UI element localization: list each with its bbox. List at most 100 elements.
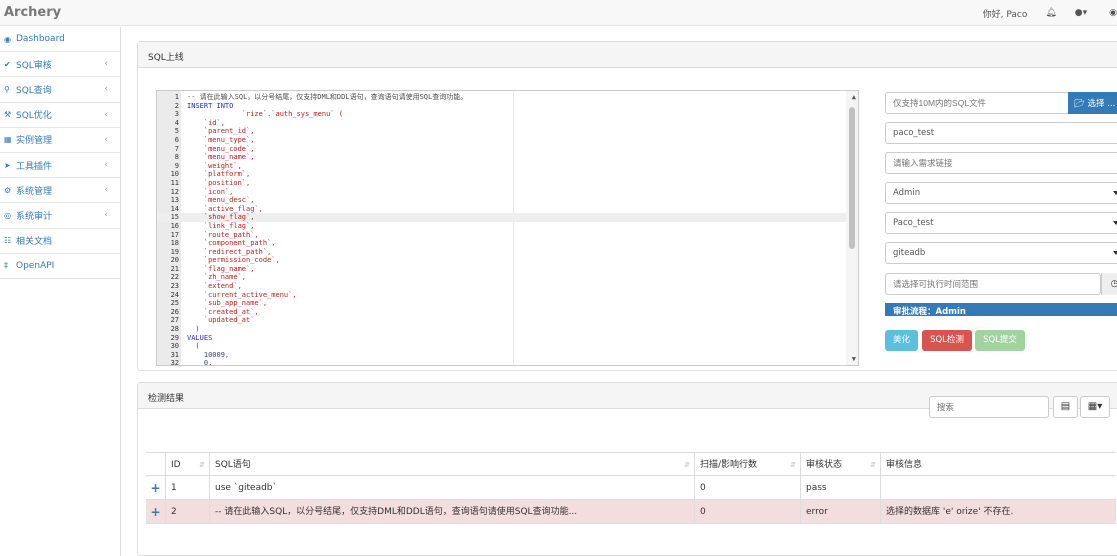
table-row[interactable]: +1 use `giteadb` 0 pass xyxy=(146,476,1116,500)
editor-line[interactable]: 17 `route_path`, xyxy=(157,231,847,240)
line-code: -- 请在此输入SQL，以分号结尾，仅支持DML和DDL语句，查询语句请使用SQ… xyxy=(187,93,468,101)
editor-line[interactable]: 24 `current_active_menu`, xyxy=(157,291,847,300)
sidebar-item[interactable]: ☷ 相关文档 xyxy=(0,229,120,254)
sidebar-item[interactable]: ⚒ SQL优化 ‹ xyxy=(0,103,120,128)
editor-line[interactable]: 27 `updated_at` xyxy=(157,316,847,325)
demand-link-field[interactable] xyxy=(885,152,1117,174)
line-code: `permission_code`, xyxy=(187,256,280,265)
workflow-name-field[interactable]: paco_test xyxy=(885,122,1117,144)
line-code: 10009, xyxy=(187,350,230,359)
user-icon[interactable]: ●▾ xyxy=(1075,8,1087,18)
editor-line[interactable]: 8 `menu_name`, xyxy=(157,153,847,162)
group-select[interactable]: Admin xyxy=(885,182,1117,204)
line-code: `redirect_path`, xyxy=(187,247,272,256)
table-row[interactable]: +2 -- 请在此输入SQL，以分号结尾，仅支持DML和DDL语句，查询语句请使用… xyxy=(146,500,1116,524)
editor-line[interactable]: 32 0, xyxy=(157,359,847,366)
editor-line[interactable]: 5 `parent_id`, xyxy=(157,127,847,136)
github-icon[interactable]: ◉ xyxy=(1109,8,1117,18)
editor-line[interactable]: 9 `weight`, xyxy=(157,162,847,171)
editor-line[interactable]: 16 `link_flag`, xyxy=(157,222,847,231)
sql-file-input[interactable] xyxy=(885,92,1069,114)
user-greeting[interactable]: 你好, Paco xyxy=(983,7,1028,20)
line-code: INSERT INTO xyxy=(187,101,234,110)
scroll-thumb[interactable] xyxy=(849,107,855,249)
sidebar-item[interactable]: ⚙ 系统管理 ‹ xyxy=(0,178,120,204)
expand-row-button[interactable]: + xyxy=(146,500,166,524)
editor-line[interactable]: 7 `menu_code`, xyxy=(157,145,847,154)
editor-line[interactable]: 11 `position`, xyxy=(157,179,847,188)
editor-line[interactable]: 2 INSERT INTO xyxy=(157,102,847,111)
col-header-rows[interactable]: 扫描/影响行数 ⇵ xyxy=(695,453,801,477)
bell-icon[interactable]: 🔔︎ xyxy=(1045,8,1056,18)
line-number: 27 xyxy=(170,316,179,325)
time-range-field[interactable] xyxy=(885,273,1101,295)
editor-line[interactable]: 31 10009, xyxy=(157,351,847,360)
chevron-down-icon xyxy=(1113,221,1117,225)
editor-line[interactable]: 30 ( xyxy=(157,342,847,351)
sidebar-item[interactable]: ✔ SQL审核 ‹ xyxy=(0,52,120,78)
toggle-view-icon[interactable]: ▤ xyxy=(1053,396,1078,418)
sql-submit-button[interactable]: SQL提交 xyxy=(975,330,1025,351)
editor-line[interactable]: 12 `icon`, xyxy=(157,188,847,197)
sidebar-item-label: OpenAPI xyxy=(16,260,55,271)
editor-line[interactable]: 22 `zh_name`, xyxy=(157,273,847,282)
database-select[interactable]: giteadb xyxy=(885,242,1117,264)
editor-line[interactable]: 20 `permission_code`, xyxy=(157,256,847,265)
beautify-button[interactable]: 美化 xyxy=(885,330,918,351)
editor-line[interactable]: 28 ) xyxy=(157,325,847,334)
sidebar-item[interactable]: ▦ 实例管理 ‹ xyxy=(0,128,120,153)
sidebar-item[interactable]: ‡ OpenAPI xyxy=(0,254,120,279)
editor-line[interactable]: 15 `show_flag`, xyxy=(157,213,847,222)
choose-file-button[interactable]: 📂︎ 选择 ... xyxy=(1068,92,1117,114)
editor-line[interactable]: 18 `component_path`, xyxy=(157,239,847,248)
line-number: 6 xyxy=(174,135,179,144)
line-number: 29 xyxy=(170,333,179,342)
editor-line[interactable]: 10 `platform`, xyxy=(157,170,847,179)
editor-line[interactable]: 19 `redirect_path`, xyxy=(157,248,847,257)
sql-check-button[interactable]: SQL检测 xyxy=(922,330,972,351)
editor-line[interactable]: 29 VALUES xyxy=(157,334,847,343)
chevron-left-icon: ‹ xyxy=(104,185,108,196)
col-header-id[interactable]: ID ⇵ xyxy=(166,453,210,477)
sql-editor[interactable]: 1 -- 请在此输入SQL，以分号结尾，仅支持DML和DDL语句，查询语句请使用S… xyxy=(156,90,859,366)
editor-scrollbar[interactable]: ▲ ▼ xyxy=(846,91,858,365)
expand-row-button[interactable]: + xyxy=(146,476,166,500)
editor-line[interactable]: 13 `menu_desc`, xyxy=(157,196,847,205)
sidebar-item[interactable]: ◎ 系统审计 ‹ xyxy=(0,203,120,229)
editor-line[interactable]: 1 -- 请在此输入SQL，以分号结尾，仅支持DML和DDL语句，查询语句请使用S… xyxy=(157,93,847,102)
chevron-down-icon xyxy=(1113,191,1117,195)
editor-line[interactable]: 25 `sub_app_name`, xyxy=(157,299,847,308)
scroll-down-icon[interactable]: ▼ xyxy=(852,355,856,363)
table-search-input[interactable] xyxy=(929,396,1049,418)
instance-select[interactable]: Paco_test xyxy=(885,212,1117,234)
check-icon: ✔ xyxy=(4,59,11,69)
plus-icon: + xyxy=(150,481,161,495)
line-number: 24 xyxy=(170,290,179,299)
line-number: 20 xyxy=(170,256,179,265)
editor-line[interactable]: 21 `flag_name`, xyxy=(157,265,847,274)
sidebar-item-label: 系统审计 xyxy=(16,211,53,222)
sidebar-item-label: SQL审核 xyxy=(16,60,52,71)
editor-line[interactable]: 4 `id`, xyxy=(157,119,847,128)
scroll-up-icon[interactable]: ▲ xyxy=(852,93,856,101)
editor-lines[interactable]: 1 -- 请在此输入SQL，以分号结尾，仅支持DML和DDL语句，查询语句请使用S… xyxy=(157,93,847,366)
editor-line[interactable]: 26 `created_at`, xyxy=(157,308,847,317)
line-code: 0, xyxy=(187,359,213,366)
sidebar-item[interactable]: ➤ 工具插件 ‹ xyxy=(0,153,120,179)
line-number: 17 xyxy=(170,230,179,239)
brand-logo[interactable]: Archery xyxy=(4,5,61,20)
editor-line[interactable]: 6 `menu_type`, xyxy=(157,136,847,145)
sidebar-item[interactable]: ⚲ SQL查询 ‹ xyxy=(0,77,120,103)
columns-icon[interactable]: ▦▾ xyxy=(1080,396,1110,418)
editor-line[interactable]: 3 `rize`.`auth_sys_menu` ( xyxy=(157,110,847,119)
editor-line[interactable]: 23 `extend`, xyxy=(157,282,847,291)
line-number: 30 xyxy=(170,342,179,351)
col-header-sql[interactable]: SQL语句 ⇵ xyxy=(210,453,695,477)
col-header-status[interactable]: 审核状态 ⇵ xyxy=(801,453,881,477)
chevron-left-icon: ‹ xyxy=(104,210,108,221)
clock-icon[interactable]: ◷ xyxy=(1101,273,1117,295)
col-header-info[interactable]: 审核信息 xyxy=(881,453,1117,477)
sort-icon: ⇵ xyxy=(790,461,796,469)
editor-line[interactable]: 14 `active_flag`, xyxy=(157,205,847,214)
sidebar-item[interactable]: ◉ Dashboard xyxy=(0,27,120,53)
